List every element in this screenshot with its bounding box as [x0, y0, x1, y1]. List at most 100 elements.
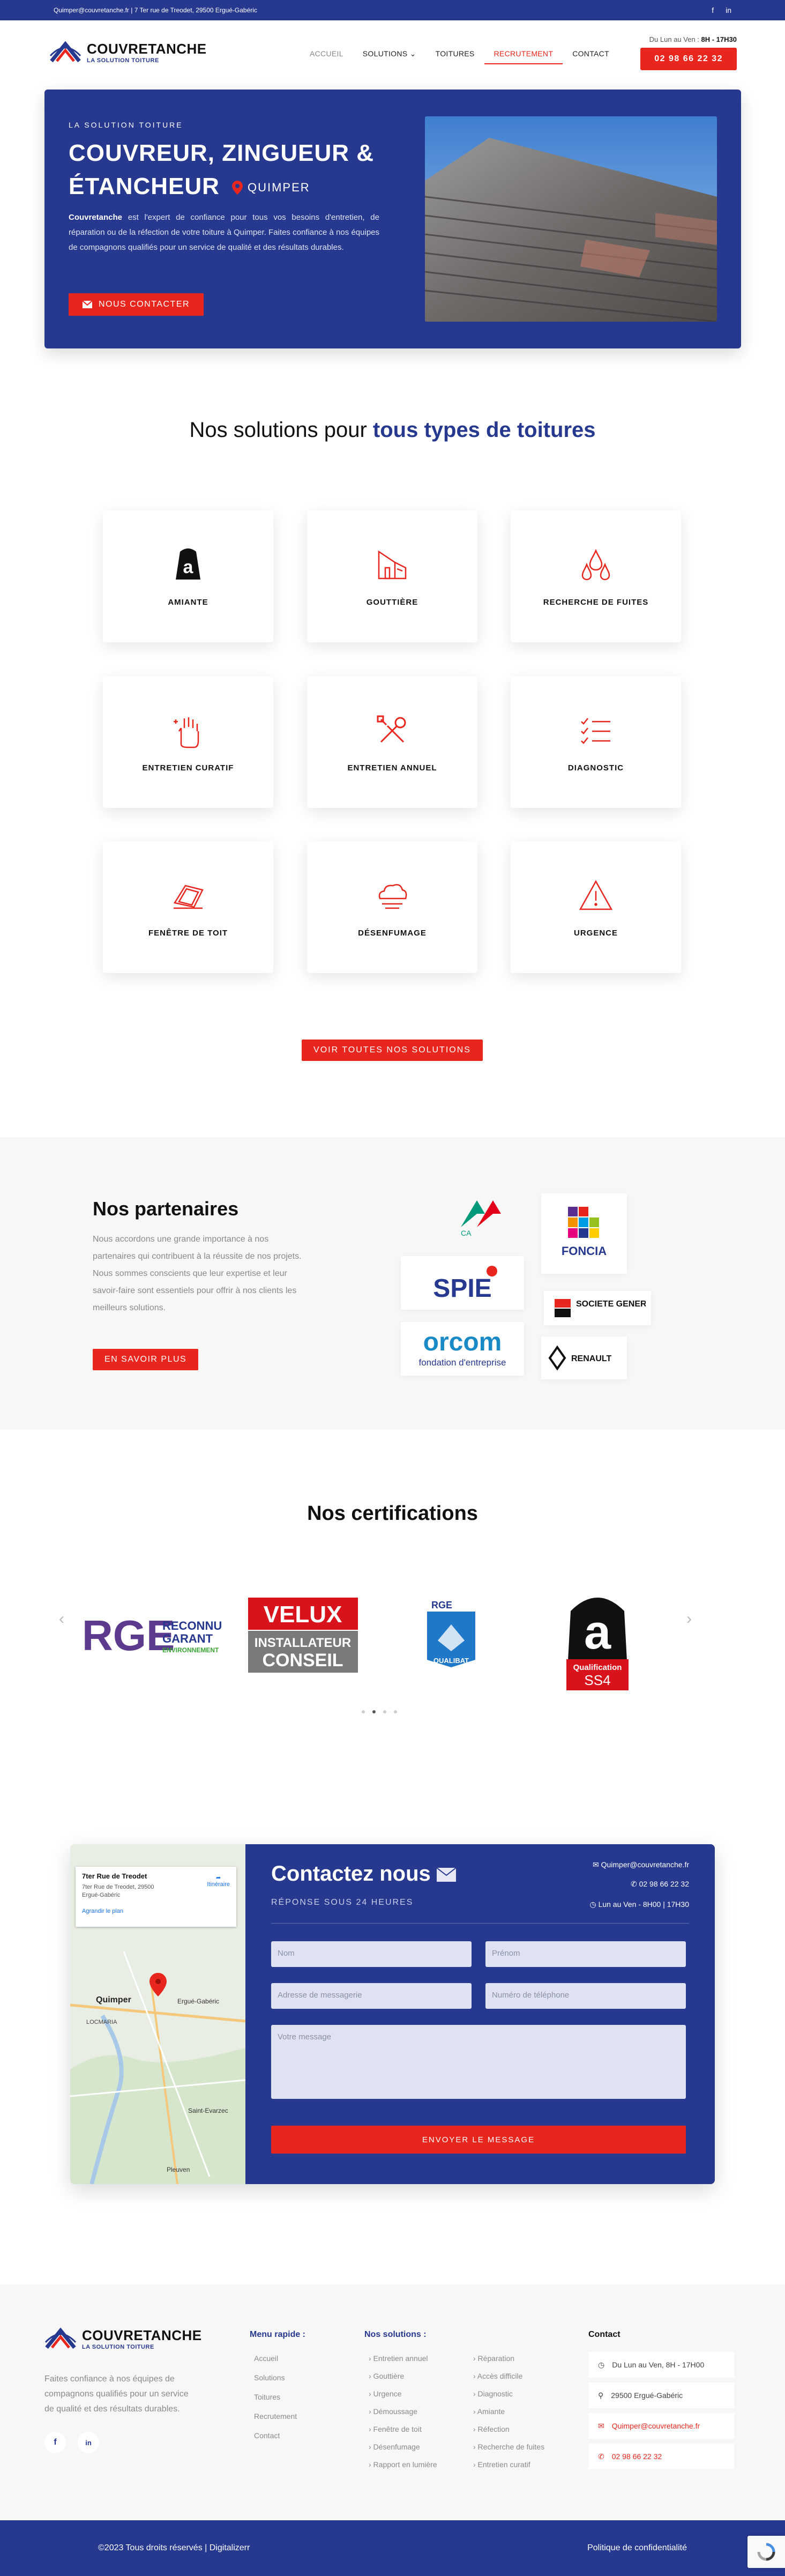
footer-link[interactable]: › Réparation	[473, 2354, 544, 2363]
linkedin-icon[interactable]: in	[726, 6, 731, 14]
partner-logo-renault: RENAULT	[541, 1337, 627, 1379]
header-hours: Du Lun au Ven : 8H - 17H30	[649, 35, 737, 43]
partners-more-button[interactable]: EN SAVOIR PLUS	[93, 1349, 199, 1370]
footer-link[interactable]: › Accès difficile	[473, 2372, 544, 2380]
solution-card-curatif[interactable]: ENTRETIEN CURATIF	[103, 676, 273, 808]
footer-link[interactable]: › Gouttière	[369, 2372, 437, 2380]
footer-link[interactable]: › Fenêtre de toit	[369, 2425, 437, 2433]
cert-ss4: a Qualification SS4	[549, 1587, 646, 1694]
site-header: COUVRETANCHE LA SOLUTION TOITURE ACCUEIL…	[0, 20, 785, 84]
send-message-button[interactable]: ENVOYER LE MESSAGE	[271, 2126, 686, 2154]
map-city-label: Saint-Evarzec	[188, 2107, 228, 2114]
clock-icon: ◷	[598, 2360, 605, 2369]
recaptcha-badge[interactable]	[747, 2536, 785, 2568]
carousel-next-icon[interactable]: ›	[686, 1610, 692, 1628]
footer-menu-title: Menu rapide :	[250, 2330, 306, 2339]
carousel-dot[interactable]	[362, 1710, 365, 1713]
footer-link[interactable]: › Démoussage	[369, 2407, 437, 2416]
solution-card-fenetre[interactable]: FENÊTRE DE TOIT	[103, 841, 273, 973]
top-contact-line: Quimper@couvretanche.fr | 7 Ter rue de T…	[54, 6, 257, 14]
footer-link[interactable]: › Diagnostic	[473, 2389, 544, 2398]
contact-form: Contactez nous RÉPONSE SOUS 24 HEURES ✉ …	[245, 1844, 715, 2184]
solution-label: FENÊTRE DE TOIT	[148, 928, 228, 938]
hero-eyebrow: LA SOLUTION TOITURE	[69, 121, 183, 129]
linkedin-icon[interactable]: in	[78, 2432, 99, 2453]
solution-label: DÉSENFUMAGE	[358, 928, 427, 938]
nav-item-contact[interactable]: CONTACT	[563, 44, 619, 64]
footer-logo[interactable]: COUVRETANCHE LA SOLUTION TOITURE	[44, 2326, 202, 2351]
cert-rge: RGE RECONNU GARANT ENVIRONNEMENT	[80, 1592, 233, 1678]
contact-phone[interactable]: ✆ 02 98 66 22 32	[631, 1880, 689, 1889]
solution-card-urgence[interactable]: URGENCE	[511, 841, 681, 973]
map-directions-button[interactable]: ➦ Itinéraire	[207, 1874, 230, 1888]
svg-text:QUALIBAT: QUALIBAT	[433, 1657, 469, 1665]
svg-text:CA: CA	[461, 1229, 472, 1237]
svg-text:CONSEIL: CONSEIL	[262, 1650, 343, 1671]
site-logo[interactable]: COUVRETANCHE LA SOLUTION TOITURE	[49, 40, 207, 64]
carousel-dot[interactable]	[383, 1710, 386, 1713]
hero-contact-button[interactable]: NOUS CONTACTER	[69, 293, 204, 316]
firstname-field[interactable]: Prénom	[485, 1941, 686, 1967]
nav-item-solutions[interactable]: SOLUTIONS ⌄	[353, 44, 426, 64]
partner-logo-orcom: orcom fondation d'entreprise	[401, 1322, 524, 1376]
facebook-icon[interactable]: f	[44, 2432, 66, 2453]
footer-link[interactable]: › Réfection	[473, 2425, 544, 2433]
privacy-link[interactable]: Politique de confidentialité	[587, 2543, 687, 2553]
roof-window-icon	[174, 885, 204, 909]
location-map[interactable]: 7ter Rue de Treodet 7ter Rue de Treodet,…	[70, 1844, 245, 2184]
nav-item-accueil[interactable]: ACCUEIL	[300, 44, 353, 64]
phone-icon: ✆	[598, 2452, 604, 2461]
logo-name: COUVRETANCHE	[87, 40, 207, 57]
contact-email[interactable]: ✉ Quimper@couvretanche.fr	[593, 1860, 689, 1869]
message-field[interactable]: Votre message	[271, 2025, 686, 2099]
footer-link[interactable]: › Désenfumage	[369, 2443, 437, 2451]
partners-title: Nos partenaires	[93, 1198, 239, 1220]
warning-icon	[579, 879, 613, 910]
hero-location: QUIMPER	[231, 171, 310, 204]
facebook-icon[interactable]: f	[712, 6, 714, 14]
map-info-card: 7ter Rue de Treodet 7ter Rue de Treodet,…	[76, 1867, 236, 1927]
phone-field[interactable]: Numéro de téléphone	[485, 1983, 686, 2009]
carousel-dot[interactable]	[372, 1710, 376, 1713]
solution-card-fuites[interactable]: RECHERCHE DE FUITES	[511, 510, 681, 642]
name-field[interactable]: Nom	[271, 1941, 472, 1967]
solution-card-diagnostic[interactable]: DIAGNOSTIC	[511, 676, 681, 808]
footer-phone[interactable]: ✆ 02 98 66 22 32	[588, 2444, 734, 2469]
footer-link[interactable]: Recrutement	[254, 2412, 297, 2421]
nav-item-recrutement[interactable]: RECRUTEMENT	[484, 44, 563, 64]
nav-item-toitures[interactable]: TOITURES	[426, 44, 484, 64]
footer-link[interactable]: › Entretien annuel	[369, 2354, 437, 2363]
carousel-prev-icon[interactable]: ‹	[59, 1610, 64, 1628]
footer-link[interactable]: › Entretien curatif	[473, 2460, 544, 2469]
footer-link[interactable]: Contact	[254, 2431, 297, 2440]
footer-link[interactable]: Solutions	[254, 2373, 297, 2382]
footer-link[interactable]: › Urgence	[369, 2389, 437, 2398]
solution-label: URGENCE	[573, 928, 618, 938]
mail-icon: ✉	[598, 2421, 604, 2430]
map-city-label: LOCMARIA	[86, 2019, 117, 2025]
solution-card-desenfumage[interactable]: DÉSENFUMAGE	[307, 841, 477, 973]
solution-card-annuel[interactable]: ENTRETIEN ANNUEL	[307, 676, 477, 808]
header-phone-button[interactable]: 02 98 66 22 32	[640, 48, 737, 70]
footer-email[interactable]: ✉ Quimper@couvretanche.fr	[588, 2413, 734, 2439]
footer-link[interactable]: Accueil	[254, 2354, 297, 2363]
email-field[interactable]: Adresse de messagerie	[271, 1983, 472, 2009]
mail-icon	[83, 301, 92, 308]
map-enlarge-link[interactable]: Agrandir le plan	[82, 1908, 230, 1914]
footer-link[interactable]: › Amiante	[473, 2407, 544, 2416]
footer-solutions-col2: › Réparation › Accès difficile › Diagnos…	[473, 2354, 544, 2469]
footer-link[interactable]: Toitures	[254, 2393, 297, 2401]
solution-card-gouttiere[interactable]: GOUTTIÈRE	[307, 510, 477, 642]
all-solutions-button[interactable]: VOIR TOUTES NOS SOLUTIONS	[302, 1040, 483, 1061]
solution-label: GOUTTIÈRE	[366, 597, 418, 607]
svg-text:FONCIA: FONCIA	[562, 1244, 607, 1258]
footer-link[interactable]: › Rapport en lumière	[369, 2460, 437, 2469]
footer-address: ⚲ 29500 Ergué-Gabéric	[588, 2382, 734, 2408]
solution-card-amiante[interactable]: a AMIANTE	[103, 510, 273, 642]
contact-subtitle: RÉPONSE SOUS 24 HEURES	[271, 1898, 414, 1907]
envelope-icon	[436, 1867, 457, 1882]
carousel-dot[interactable]	[394, 1710, 397, 1713]
svg-text:Qualification: Qualification	[573, 1663, 622, 1672]
footer-link[interactable]: › Recherche de fuites	[473, 2443, 544, 2451]
top-social: f in	[712, 6, 731, 14]
